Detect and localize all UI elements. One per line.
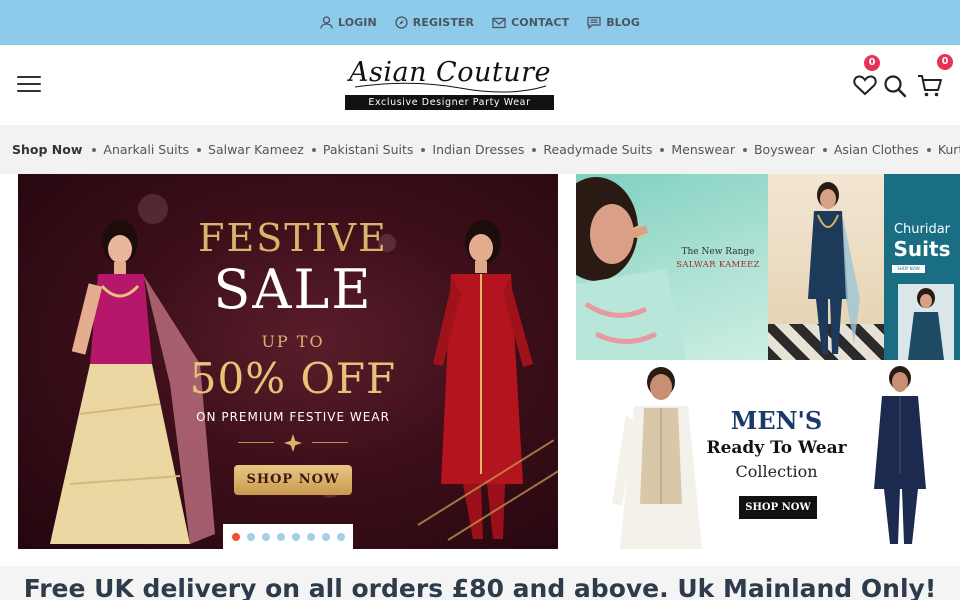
mens-title: MEN'S: [730, 406, 823, 435]
wishlist-count-badge: 0: [864, 55, 880, 71]
logo-tagline: Exclusive Designer Party Wear: [345, 95, 554, 110]
slider-dot[interactable]: [231, 532, 240, 541]
model-mens-navy-image: [874, 366, 926, 544]
hamburger-menu-icon[interactable]: [17, 76, 41, 94]
chat-icon: [587, 16, 601, 29]
category-separator-dot: [742, 147, 747, 152]
model-churidar-inset-image: [898, 284, 954, 360]
model-red-suit-image: [433, 220, 533, 539]
slider-dot[interactable]: [336, 532, 345, 541]
site-logo[interactable]: Asian Couture Exclusive Designer Party W…: [344, 53, 556, 115]
slider-dot[interactable]: [321, 532, 330, 541]
hero-shop-now-button[interactable]: SHOP NOW: [234, 465, 352, 495]
category-separator-dot: [197, 147, 202, 152]
churidar-line2: Suits: [893, 237, 951, 261]
tile-churidar-suits[interactable]: Churidar Suits SHOP NOW: [768, 174, 960, 360]
category-link[interactable]: Indian Dresses: [432, 142, 524, 157]
top-utility-bar: LOGIN REGISTER CONTACT BLOG: [0, 0, 960, 45]
site-header: Asian Couture Exclusive Designer Party W…: [0, 45, 960, 125]
category-nav: Shop Now Anarkali Suits Salwar Kameez Paki…: [0, 125, 960, 174]
contact-label: CONTACT: [511, 16, 570, 29]
ornament-icon: [284, 434, 302, 452]
search-icon: [884, 75, 907, 98]
shopping-cart-icon: [918, 75, 942, 97]
delivery-text: Free UK delivery on all orders £80 and a…: [23, 574, 937, 600]
contact-link[interactable]: CONTACT: [492, 16, 569, 29]
slider-dot[interactable]: [276, 532, 285, 541]
model-churidar-image: [808, 182, 860, 354]
hero-premium-text: ON PREMIUM FESTIVE WEAR: [196, 410, 390, 424]
shop-now-label[interactable]: Shop Now: [12, 142, 82, 157]
category-separator-dot: [421, 147, 426, 152]
slider-dot[interactable]: [306, 532, 315, 541]
slider-pagination: [223, 524, 353, 549]
slider-dot[interactable]: [291, 532, 300, 541]
category-link[interactable]: Readymade Suits: [543, 142, 652, 157]
blog-label: BLOG: [606, 16, 640, 29]
hero-discount-text: 50% OFF: [189, 354, 397, 403]
category-separator-dot: [926, 147, 931, 152]
compass-icon: [395, 16, 408, 29]
slider-dot[interactable]: [246, 532, 255, 541]
search-button[interactable]: [883, 74, 907, 98]
cart-button[interactable]: [917, 74, 943, 98]
churidar-cta[interactable]: SHOP NOW: [892, 265, 925, 273]
churidar-line1: Churidar: [893, 222, 951, 237]
category-link[interactable]: Asian Clothes: [834, 142, 919, 157]
register-label: REGISTER: [412, 16, 475, 29]
delivery-banner: Free UK delivery on all orders £80 and a…: [0, 566, 960, 600]
category-link[interactable]: Salwar Kameez: [208, 142, 304, 157]
logo-swash-decoration: [354, 82, 547, 93]
tile-mens-ready-to-wear[interactable]: MEN'S Ready To Wear Collection SHOP NOW: [576, 362, 960, 549]
register-link[interactable]: REGISTER: [395, 16, 474, 29]
heart-icon: [853, 75, 877, 96]
category-separator-dot: [532, 147, 537, 152]
hero-sale-text: SALE: [213, 258, 373, 321]
category-separator-dot: [660, 147, 665, 152]
blog-link[interactable]: BLOG: [587, 16, 640, 29]
hero-slider[interactable]: FESTIVE SALE UP TO 50% OFF ON PREMIUM FE…: [18, 174, 558, 549]
salwar-small-text: The New Range: [681, 247, 755, 257]
hero-upto-text: UP TO: [261, 332, 325, 351]
category-link[interactable]: Anarkali Suits: [103, 142, 189, 157]
mens-line3: Collection: [735, 462, 818, 481]
hero-festive-text: FESTIVE: [198, 216, 388, 260]
login-link[interactable]: LOGIN: [320, 16, 377, 29]
cart-count-badge: 0: [937, 54, 953, 70]
category-separator-dot: [311, 147, 316, 152]
model-salwar-image: [576, 177, 686, 360]
tile-salwar-kameez[interactable]: The New Range SALWAR KAMEEZ: [576, 174, 768, 360]
mens-shop-now-button[interactable]: SHOP NOW: [739, 496, 817, 519]
category-link[interactable]: Menswear: [671, 142, 735, 157]
mens-line2: Ready To Wear: [706, 438, 847, 458]
category-link[interactable]: Kurt: [938, 142, 960, 157]
category-link[interactable]: Boyswear: [754, 142, 815, 157]
login-label: LOGIN: [338, 16, 377, 29]
slider-dot[interactable]: [261, 532, 270, 541]
user-icon: [320, 16, 333, 29]
mail-icon: [492, 17, 506, 28]
category-link[interactable]: Pakistani Suits: [323, 142, 414, 157]
category-separator-dot: [822, 147, 827, 152]
wishlist-button[interactable]: [853, 74, 877, 96]
category-separator-dot: [92, 147, 97, 152]
salwar-big-text: SALWAR KAMEEZ: [676, 260, 760, 270]
